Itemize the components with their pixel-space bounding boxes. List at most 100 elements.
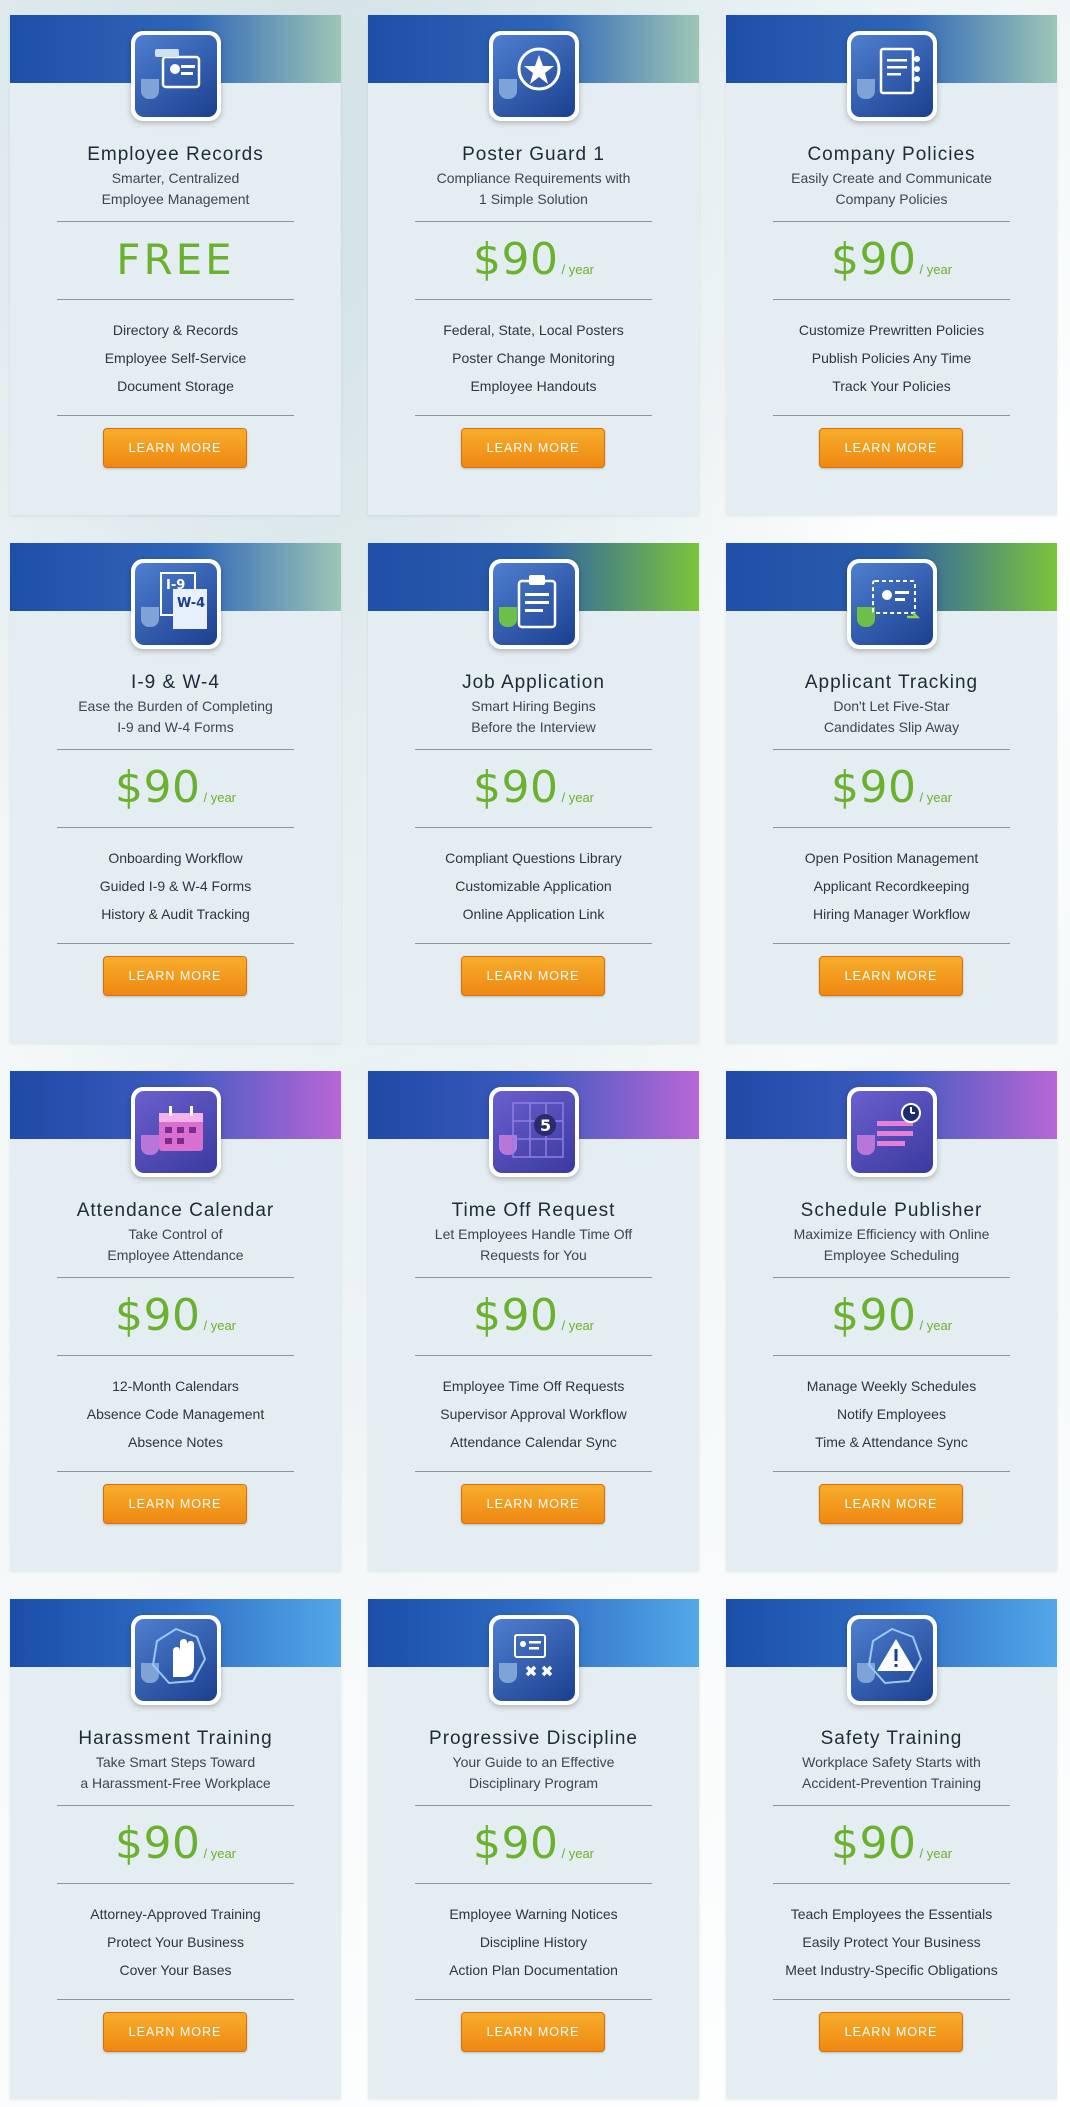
product-card: Employee Records Smarter, Centralized Em… <box>10 15 341 515</box>
learn-more-button[interactable]: LEARN MORE <box>103 428 247 468</box>
price-period: / year <box>561 1318 594 1333</box>
feature-list: Attorney-Approved Training Protect Your B… <box>10 1900 341 1984</box>
product-icon-tile <box>130 1087 221 1177</box>
learn-more-button[interactable]: LEARN MORE <box>461 428 605 468</box>
price: $90 / year <box>368 230 699 290</box>
feature-item: Track Your Policies <box>832 378 951 394</box>
divider <box>57 1471 294 1472</box>
feature-item: Document Storage <box>117 378 234 394</box>
divider <box>773 1883 1010 1884</box>
price-period: / year <box>919 1846 952 1861</box>
svg-text:5: 5 <box>540 1116 551 1135</box>
feature-item: Online Application Link <box>462 906 605 922</box>
divider <box>415 299 652 300</box>
divider <box>57 1883 294 1884</box>
product-title: Poster Guard 1 <box>462 144 605 165</box>
product-icon-tile <box>846 559 937 649</box>
price-amount: FREE <box>116 235 235 284</box>
feature-item: Customizable Application <box>455 878 612 894</box>
stop-hand-icon <box>134 1619 217 1701</box>
price-period: / year <box>919 790 952 805</box>
feature-item: Cover Your Bases <box>119 1962 232 1978</box>
product-card: Safety Training Workplace Safety Starts … <box>726 1599 1057 2099</box>
feature-item: Employee Time Off Requests <box>442 1378 625 1394</box>
learn-more-button[interactable]: LEARN MORE <box>103 2012 247 2052</box>
price-period: / year <box>561 1846 594 1861</box>
learn-more-button[interactable]: LEARN MORE <box>819 2012 963 2052</box>
discipline-form-icon <box>492 1619 575 1701</box>
learn-more-button[interactable]: LEARN MORE <box>103 956 247 996</box>
product-card: Schedule Publisher Maximize Efficiency w… <box>726 1071 1057 1571</box>
product-icon-tile <box>488 1615 579 1705</box>
divider <box>57 943 294 944</box>
feature-item: Employee Self-Service <box>104 350 247 366</box>
price: $90 / year <box>726 230 1057 290</box>
product-icon-tile: I-9 W-4 <box>130 559 221 649</box>
divider <box>415 1805 652 1806</box>
pricing-page: Employee Records Smarter, Centralized Em… <box>0 0 1070 2107</box>
product-card: Applicant Tracking Don't Let Five-Star C… <box>726 543 1057 1043</box>
divider <box>415 1999 652 2000</box>
learn-more-button[interactable]: LEARN MORE <box>461 956 605 996</box>
price: $90 / year <box>726 758 1057 818</box>
learn-more-button[interactable]: LEARN MORE <box>103 1484 247 1524</box>
price: $90 / year <box>368 758 699 818</box>
learn-more-button[interactable]: LEARN MORE <box>461 1484 605 1524</box>
divider <box>773 1355 1010 1356</box>
calendar-icon <box>134 1091 217 1173</box>
feature-item: Protect Your Business <box>107 1934 244 1950</box>
price: $90 / year <box>726 1286 1057 1346</box>
warning-sign-icon <box>850 1619 933 1701</box>
product-subtitle: Easily Create and Communicate Company Po… <box>791 170 992 207</box>
policy-document-icon <box>850 35 933 117</box>
price: $90 / year <box>10 1814 341 1874</box>
divider <box>415 1883 652 1884</box>
product-icon-tile <box>846 1087 937 1177</box>
divider <box>415 1355 652 1356</box>
learn-more-button[interactable]: LEARN MORE <box>819 1484 963 1524</box>
product-title: I-9 & W-4 <box>131 672 220 693</box>
price-period: / year <box>919 1318 952 1333</box>
applicant-card-icon <box>850 563 933 645</box>
feature-item: Federal, State, Local Posters <box>443 322 624 338</box>
divider <box>773 1999 1010 2000</box>
price-amount: $90 <box>473 1290 559 1341</box>
feature-item: Supervisor Approval Workflow <box>440 1406 627 1422</box>
divider <box>773 943 1010 944</box>
feature-item: Guided I-9 & W-4 Forms <box>99 878 252 894</box>
price: $90 / year <box>368 1814 699 1874</box>
feature-list: Compliant Questions Library Customizable … <box>368 844 699 928</box>
divider <box>773 221 1010 222</box>
learn-more-button[interactable]: LEARN MORE <box>819 428 963 468</box>
learn-more-button[interactable]: LEARN MORE <box>819 956 963 996</box>
divider <box>57 415 294 416</box>
product-subtitle: Let Employees Handle Time Off Requests f… <box>434 1226 633 1263</box>
feature-item: Absence Notes <box>128 1434 223 1450</box>
price-amount: $90 <box>831 1290 917 1341</box>
divider <box>57 1355 294 1356</box>
price: FREE <box>10 230 341 290</box>
id-badge-icon <box>134 35 217 117</box>
divider <box>57 1999 294 2000</box>
feature-list: Customize Prewritten Policies Publish Pol… <box>726 316 1057 400</box>
product-title: Company Policies <box>807 144 976 165</box>
divider <box>57 1805 294 1806</box>
product-icon-tile <box>846 31 937 121</box>
price-amount: $90 <box>831 234 917 285</box>
feature-item: Customize Prewritten Policies <box>798 322 985 338</box>
feature-item: Teach Employees the Essentials <box>790 1906 993 1922</box>
learn-more-button[interactable]: LEARN MORE <box>461 2012 605 2052</box>
feature-item: Notify Employees <box>837 1406 946 1422</box>
feature-item: Open Position Management <box>804 850 979 866</box>
divider <box>57 1277 294 1278</box>
divider <box>773 1805 1010 1806</box>
divider <box>773 299 1010 300</box>
i9-w4-forms-icon: I-9 W-4 <box>134 563 217 645</box>
divider <box>415 221 652 222</box>
divider <box>415 749 652 750</box>
divider <box>415 1277 652 1278</box>
feature-list: Employee Time Off Requests Supervisor App… <box>368 1372 699 1456</box>
feature-item: Directory & Records <box>112 322 239 338</box>
feature-item: History & Audit Tracking <box>101 906 250 922</box>
price-period: / year <box>203 1318 236 1333</box>
